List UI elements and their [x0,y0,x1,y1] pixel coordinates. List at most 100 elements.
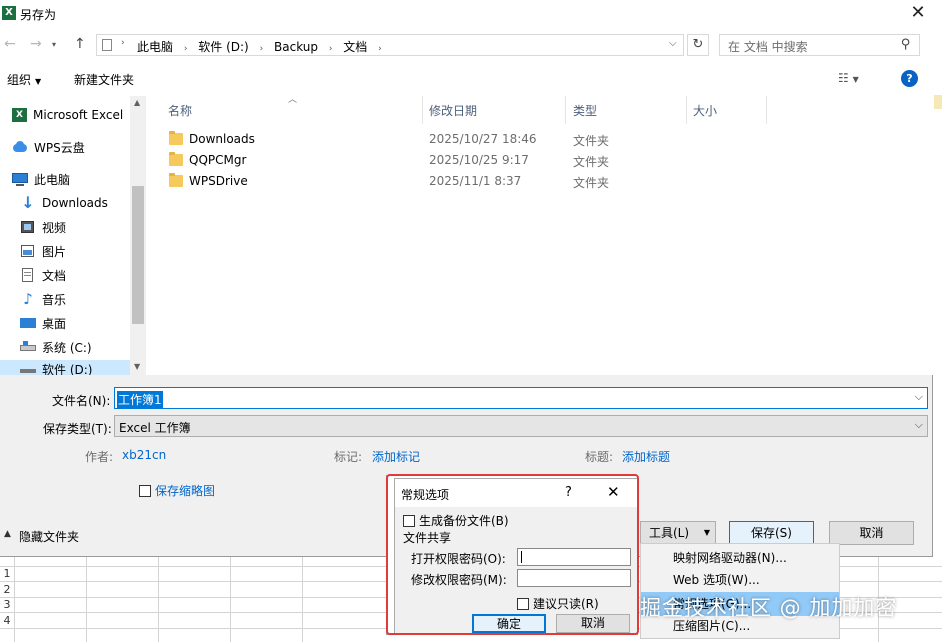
up-arrow-icon[interactable]: ↑ [74,36,86,52]
search-box[interactable]: 在 文档 中搜索 ⚲ [719,34,920,56]
scroll-down-icon[interactable]: ▼ [134,362,140,371]
separator-icon: › [121,38,125,48]
excel-icon: X [12,108,27,122]
tools-label: 工具(L) [649,526,690,540]
filename-value: 工作簿1 [117,391,163,408]
document-icon [20,268,36,282]
highlight-annotation [386,474,639,635]
breadcrumb-item[interactable]: Backup [274,40,318,54]
search-placeholder: 在 文档 中搜索 [728,40,808,54]
tree-item-label: 图片 [42,244,67,259]
filename-label: 文件名(N): [52,394,111,408]
refresh-icon[interactable]: ↻ [687,34,709,56]
chevron-down-icon[interactable]: ⌵ [669,38,677,49]
folder-icon [169,152,183,166]
tools-button[interactable]: 工具(L) ▼ [640,521,716,545]
tree-item-excel[interactable]: X Microsoft Excel [12,104,142,126]
search-icon[interactable]: ⚲ [901,37,911,52]
tree-item-label: Downloads [42,196,108,210]
music-note-icon: ♪ [23,290,33,308]
new-folder-button[interactable]: 新建文件夹 [74,71,134,88]
column-header-size[interactable]: 大小 [693,102,717,119]
file-date: 2025/11/1 8:37 [429,174,522,188]
file-type: 文件夹 [573,134,610,148]
filename-input[interactable]: 工作簿1 ⌵ [114,387,928,409]
add-title-link[interactable]: 添加标题 [622,448,670,465]
menu-item-web-options[interactable]: Web 选项(W)... [641,568,839,592]
tree-item-label: 文档 [42,268,67,283]
navigation-pane: X Microsoft Excel WPS云盘 此电脑 ↓ Downloads 视频… [0,96,146,375]
cloud-icon [12,140,28,154]
thumbnail-label: 保存缩略图 [155,484,216,498]
sort-ascending-icon: ︿ [288,95,298,105]
filetype-label: 保存类型(T): [43,422,112,436]
row-number: 4 [3,614,11,627]
forward-arrow-icon[interactable]: → [30,36,42,52]
menu-item-map-drive[interactable]: 映射网络驱动器(N)... [641,546,839,570]
tree-item-label: 系统 (C:) [42,340,92,355]
excel-app-icon: X [2,6,16,20]
video-icon [20,220,36,234]
breadcrumb-item[interactable]: 软件 (D:) [198,40,248,54]
file-row[interactable]: Downloads 2025/10/27 18:46 文件夹 [146,129,746,150]
folder-icon [169,173,183,187]
save-button[interactable]: 保存(S) [729,521,814,545]
filetype-value: Excel 工作簿 [119,421,191,435]
close-icon[interactable]: ✕ [906,2,930,26]
tree-item-label: Microsoft Excel [33,108,124,122]
title-bar: X 另存为 ✕ [0,0,933,30]
tree-item-label: 音乐 [42,292,67,307]
tree-item-this-pc[interactable]: 此电脑 [12,168,142,190]
file-name: WPSDrive [189,174,248,188]
add-tags-link[interactable]: 添加标记 [372,448,420,465]
filetype-select[interactable]: Excel 工作簿 ⌵ [114,415,928,437]
file-type: 文件夹 [573,176,610,190]
scrollbar-thumb[interactable] [132,186,144,324]
organize-menu[interactable]: 组织 ▼ [7,71,41,88]
tree-item-label: 软件 (D:) [42,363,93,375]
tree-item-label: WPS云盘 [34,140,85,155]
folder-icon [169,131,183,145]
file-name: Downloads [189,132,255,146]
column-header-type[interactable]: 类型 [573,102,597,119]
picture-icon [20,244,36,258]
breadcrumb: 此电脑 › 软件 (D:) › Backup › 文档 › [137,40,382,54]
file-type: 文件夹 [573,155,610,169]
view-options-icon[interactable]: ☷ ▼ [838,71,859,85]
chevron-up-icon[interactable]: ▲ [4,529,11,539]
tools-menu: 映射网络驱动器(N)... Web 选项(W)... 常规选项(G)... 压缩… [640,543,840,639]
breadcrumb-item[interactable]: 此电脑 [137,40,173,54]
file-date: 2025/10/27 18:46 [429,132,537,146]
chevron-down-icon[interactable]: ⌵ [915,418,923,432]
checkbox-box [139,485,151,497]
thumbnail-checkbox[interactable] [139,484,151,498]
column-header-date[interactable]: 修改日期 [429,102,477,119]
tags-label: 标记: [334,450,363,464]
file-name: QQPCMgr [189,153,247,167]
computer-icon [12,172,28,186]
organize-label: 组织 [7,73,32,87]
file-row[interactable]: WPSDrive 2025/11/1 8:37 文件夹 [146,171,746,192]
tree-item-label: 桌面 [42,316,67,331]
title-label: 标题: [585,450,614,464]
breadcrumb-item[interactable]: 文档 [343,40,367,54]
column-header-name[interactable]: 名称 [168,102,192,119]
drive-icon [20,360,36,374]
back-arrow-icon[interactable]: ← [4,36,16,52]
hide-folders-toggle[interactable]: 隐藏文件夹 [19,528,79,545]
address-bar[interactable]: › 此电脑 › 软件 (D:) › Backup › 文档 › ⌵ [96,34,684,56]
watermark: 掘金技术社区 @ 加加加密 [640,596,898,620]
help-icon[interactable]: ? [901,70,918,87]
row-number: 2 [3,583,11,596]
tree-item-wps-cloud[interactable]: WPS云盘 [12,136,142,158]
window-title: 另存为 [20,8,57,22]
chevron-down-icon[interactable]: ⌵ [915,390,923,404]
tree-item-label: 视频 [42,220,67,235]
file-row[interactable]: QQPCMgr 2025/10/25 9:17 文件夹 [146,150,746,171]
recent-dropdown-icon[interactable]: ▾ [52,40,56,49]
drive-icon [20,340,36,354]
scroll-up-icon[interactable]: ▲ [134,98,140,107]
author-value[interactable]: xb21cn [122,448,166,462]
tree-item-drive-d[interactable]: 软件 (D:) [0,360,130,375]
cancel-button[interactable]: 取消 [829,521,914,545]
